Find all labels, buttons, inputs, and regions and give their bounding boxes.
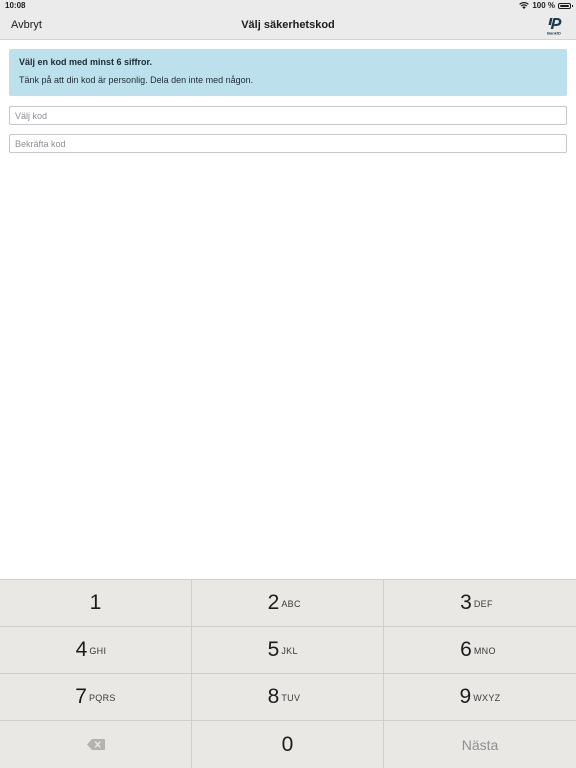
navigation-bar: Avbryt Välj säkerhetskod BankID <box>0 12 576 40</box>
key-digit: 3 <box>460 591 472 614</box>
key-letters: JKL <box>281 646 298 656</box>
key-5[interactable]: 5 JKL <box>192 627 384 674</box>
key-6[interactable]: 6 MNO <box>384 627 576 674</box>
key-8[interactable]: 8 TUV <box>192 674 384 721</box>
info-box: Välj en kod med minst 6 siffror. Tänk på… <box>9 49 567 96</box>
key-letters: TUV <box>281 693 301 703</box>
status-time: 10:08 <box>5 1 26 10</box>
key-digit: 6 <box>460 638 472 661</box>
bankid-choose-code-screen: 10:08 100 % Avbryt Välj säkerhetskod Ban… <box>0 0 576 768</box>
key-letters: MNO <box>473 646 496 656</box>
choose-code-input[interactable] <box>9 106 567 125</box>
status-bar: 10:08 100 % <box>0 0 576 12</box>
key-digit: 4 <box>75 638 88 661</box>
key-digit: 0 <box>281 732 294 756</box>
key-digit: 2 <box>267 591 280 614</box>
key-letters: DEF <box>473 599 493 609</box>
key-3[interactable]: 3 DEF <box>384 580 576 627</box>
wifi-icon <box>519 2 530 9</box>
key-digit: 7 <box>75 685 87 708</box>
key-letters: GHI <box>89 646 107 656</box>
key-2[interactable]: 2 ABC <box>192 580 384 627</box>
next-key[interactable]: Nästa <box>384 721 576 768</box>
key-letters: PQRS <box>88 693 116 703</box>
backspace-icon <box>86 739 105 750</box>
battery-percent: 100 % <box>532 1 555 10</box>
page-title: Välj säkerhetskod <box>241 19 335 31</box>
key-9[interactable]: 9 WXYZ <box>384 674 576 721</box>
key-digit: 1 <box>89 591 102 614</box>
key-digit: 9 <box>459 685 472 708</box>
status-indicators: 100 % <box>519 1 573 10</box>
backspace-key[interactable] <box>0 721 192 768</box>
battery-icon <box>558 2 573 9</box>
confirm-code-input[interactable] <box>9 134 567 153</box>
info-title: Välj en kod med minst 6 siffror. <box>19 57 153 67</box>
key-4[interactable]: 4 GHI <box>0 627 192 674</box>
key-digit: 8 <box>267 685 280 708</box>
key-digit: 5 <box>267 638 280 661</box>
key-1[interactable]: 1 <box>0 580 192 627</box>
key-letters: WXYZ <box>473 693 501 703</box>
key-letters: ABC <box>281 599 301 609</box>
bankid-logo-text: BankID <box>547 31 561 36</box>
next-label: Nästa <box>461 736 499 753</box>
info-body: Tänk på att din kod är personlig. Dela d… <box>19 75 254 85</box>
numeric-keypad: 1 2 ABC 3 DEF 4 GHI 5 JKL 6 MNO 7 PQRS 8… <box>0 579 576 768</box>
key-0[interactable]: 0 <box>192 721 384 768</box>
key-7[interactable]: 7 PQRS <box>0 674 192 721</box>
bankid-logo: BankID <box>547 18 562 36</box>
